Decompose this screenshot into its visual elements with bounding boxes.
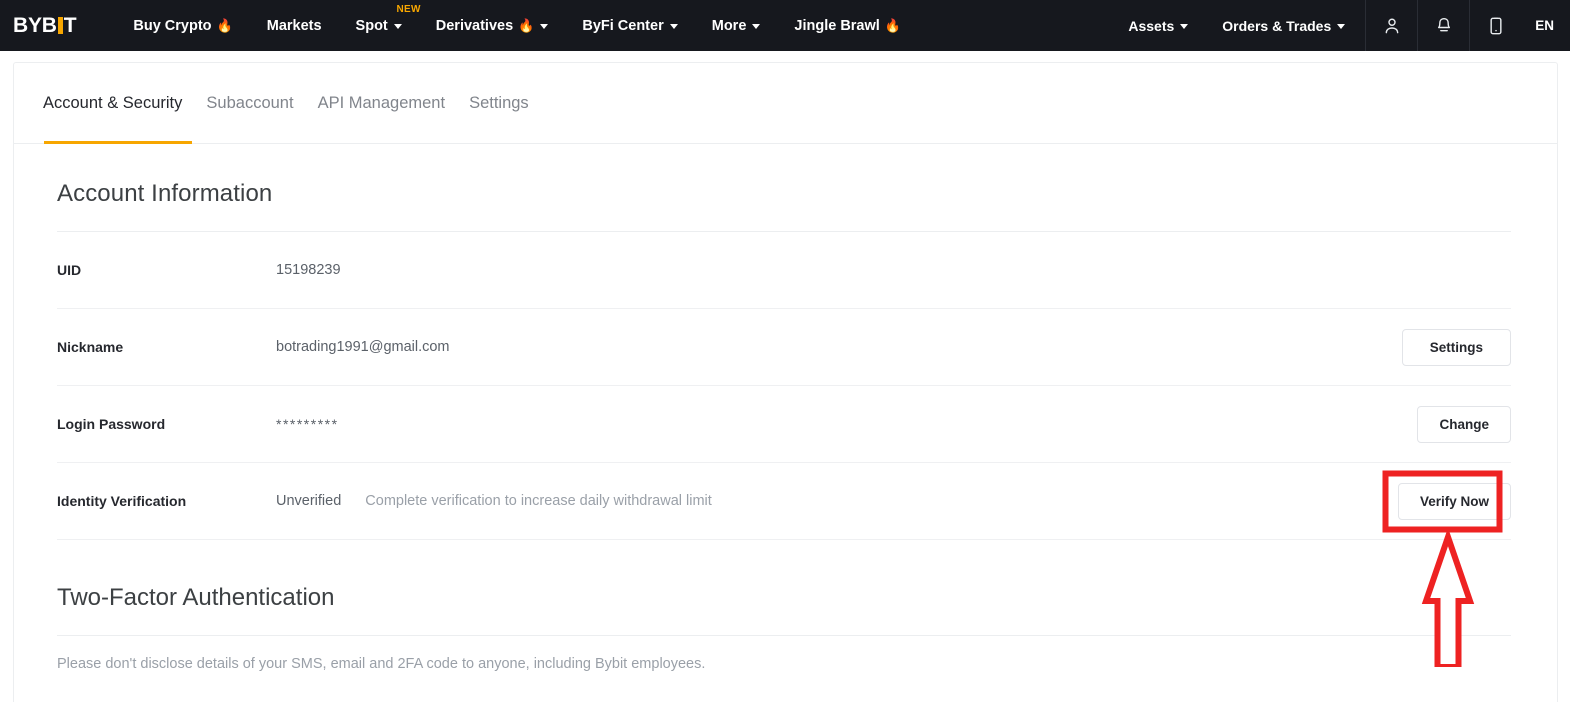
flame-icon: 🔥 (518, 18, 534, 34)
user-account-button[interactable] (1365, 0, 1417, 51)
nav-label-assets: Assets (1128, 18, 1174, 34)
two-factor-authentication-heading: Two-Factor Authentication (14, 540, 1557, 612)
primary-nav-links: Buy Crypto 🔥 Markets Spot NEW Derivative… (116, 0, 918, 51)
language-label: EN (1535, 18, 1554, 33)
nav-item-markets[interactable]: Markets (250, 0, 339, 51)
secondary-nav-links: Assets Orders & Trades (1111, 0, 1570, 51)
chevron-down-icon (540, 24, 548, 29)
language-selector[interactable]: EN (1521, 0, 1570, 51)
flame-icon: 🔥 (217, 18, 233, 34)
top-navigation-bar: BYB T Buy Crypto 🔥 Markets Spot NEW Deriv… (0, 0, 1570, 51)
nav-item-assets[interactable]: Assets (1111, 0, 1205, 51)
row-label-nickname: Nickname (57, 339, 276, 355)
row-value-uid: 15198239 (276, 262, 341, 278)
new-badge: NEW (397, 4, 421, 15)
tab-settings[interactable]: Settings (457, 94, 541, 113)
row-action-identity-verification: Verify Now (1398, 483, 1511, 520)
table-row-login-password: Login Password ********* Change (57, 386, 1511, 463)
chevron-down-icon (752, 24, 760, 29)
logo-text-post: T (64, 15, 77, 36)
row-value-login-password: ********* (276, 416, 339, 432)
nav-label-markets: Markets (267, 18, 322, 34)
user-icon (1382, 16, 1402, 36)
nav-item-orders-and-trades[interactable]: Orders & Trades (1205, 0, 1365, 51)
nav-label-orders-and-trades: Orders & Trades (1222, 18, 1331, 34)
bell-icon (1434, 16, 1454, 36)
row-action-login-password: Change (1417, 406, 1511, 443)
account-settings-card: Account & Security Subaccount API Manage… (13, 62, 1558, 702)
table-row-uid: UID 15198239 (57, 232, 1511, 309)
nav-label-byfi-center: ByFi Center (582, 18, 663, 34)
row-label-login-password: Login Password (57, 416, 276, 432)
nav-item-jingle-brawl[interactable]: Jingle Brawl 🔥 (777, 0, 918, 51)
verify-now-button[interactable]: Verify Now (1398, 483, 1511, 520)
bybit-logo[interactable]: BYB T (13, 15, 76, 36)
logo-text-pre: BYB (13, 15, 57, 36)
nav-label-derivatives: Derivatives (436, 18, 513, 34)
nav-label-spot: Spot (356, 18, 388, 34)
nav-item-byfi-center[interactable]: ByFi Center (565, 0, 694, 51)
flame-icon: 🔥 (885, 18, 901, 34)
notifications-button[interactable] (1417, 0, 1469, 51)
chevron-down-icon (1180, 24, 1188, 29)
mobile-app-icon (1486, 16, 1506, 36)
settings-tab-bar: Account & Security Subaccount API Manage… (14, 63, 1557, 144)
chevron-down-icon (394, 24, 402, 29)
mobile-app-button[interactable] (1469, 0, 1521, 51)
active-tab-indicator (44, 141, 192, 144)
status-badge-identity-verification: Unverified (276, 493, 341, 509)
row-label-identity-verification: Identity Verification (57, 493, 276, 509)
chevron-down-icon (1337, 24, 1345, 29)
nav-label-jingle-brawl: Jingle Brawl (794, 18, 879, 34)
nav-label-buy-crypto: Buy Crypto (133, 18, 211, 34)
row-value-nickname: botrading1991@gmail.com (276, 339, 450, 355)
nav-item-spot[interactable]: Spot NEW (339, 0, 419, 51)
table-row-nickname: Nickname botrading1991@gmail.com Setting… (57, 309, 1511, 386)
row-label-uid: UID (57, 262, 276, 278)
row-action-nickname: Settings (1402, 329, 1511, 366)
change-password-button[interactable]: Change (1417, 406, 1511, 443)
chevron-down-icon (670, 24, 678, 29)
tab-subaccount[interactable]: Subaccount (194, 94, 305, 113)
account-information-table: UID 15198239 Nickname botrading1991@gmai… (14, 232, 1557, 540)
tab-account-and-security[interactable]: Account & Security (31, 94, 194, 113)
nav-item-derivatives[interactable]: Derivatives 🔥 (419, 0, 566, 51)
table-row-identity-verification: Identity Verification Unverified Complet… (57, 463, 1511, 540)
row-hint-identity-verification: Complete verification to increase daily … (365, 493, 712, 509)
nav-label-more: More (712, 18, 747, 34)
logo-accent-bar (58, 17, 63, 34)
tab-api-management[interactable]: API Management (306, 94, 458, 113)
account-information-heading: Account Information (14, 144, 1557, 208)
nav-item-more[interactable]: More (695, 0, 778, 51)
nav-item-buy-crypto[interactable]: Buy Crypto 🔥 (116, 0, 249, 51)
settings-button[interactable]: Settings (1402, 329, 1511, 366)
